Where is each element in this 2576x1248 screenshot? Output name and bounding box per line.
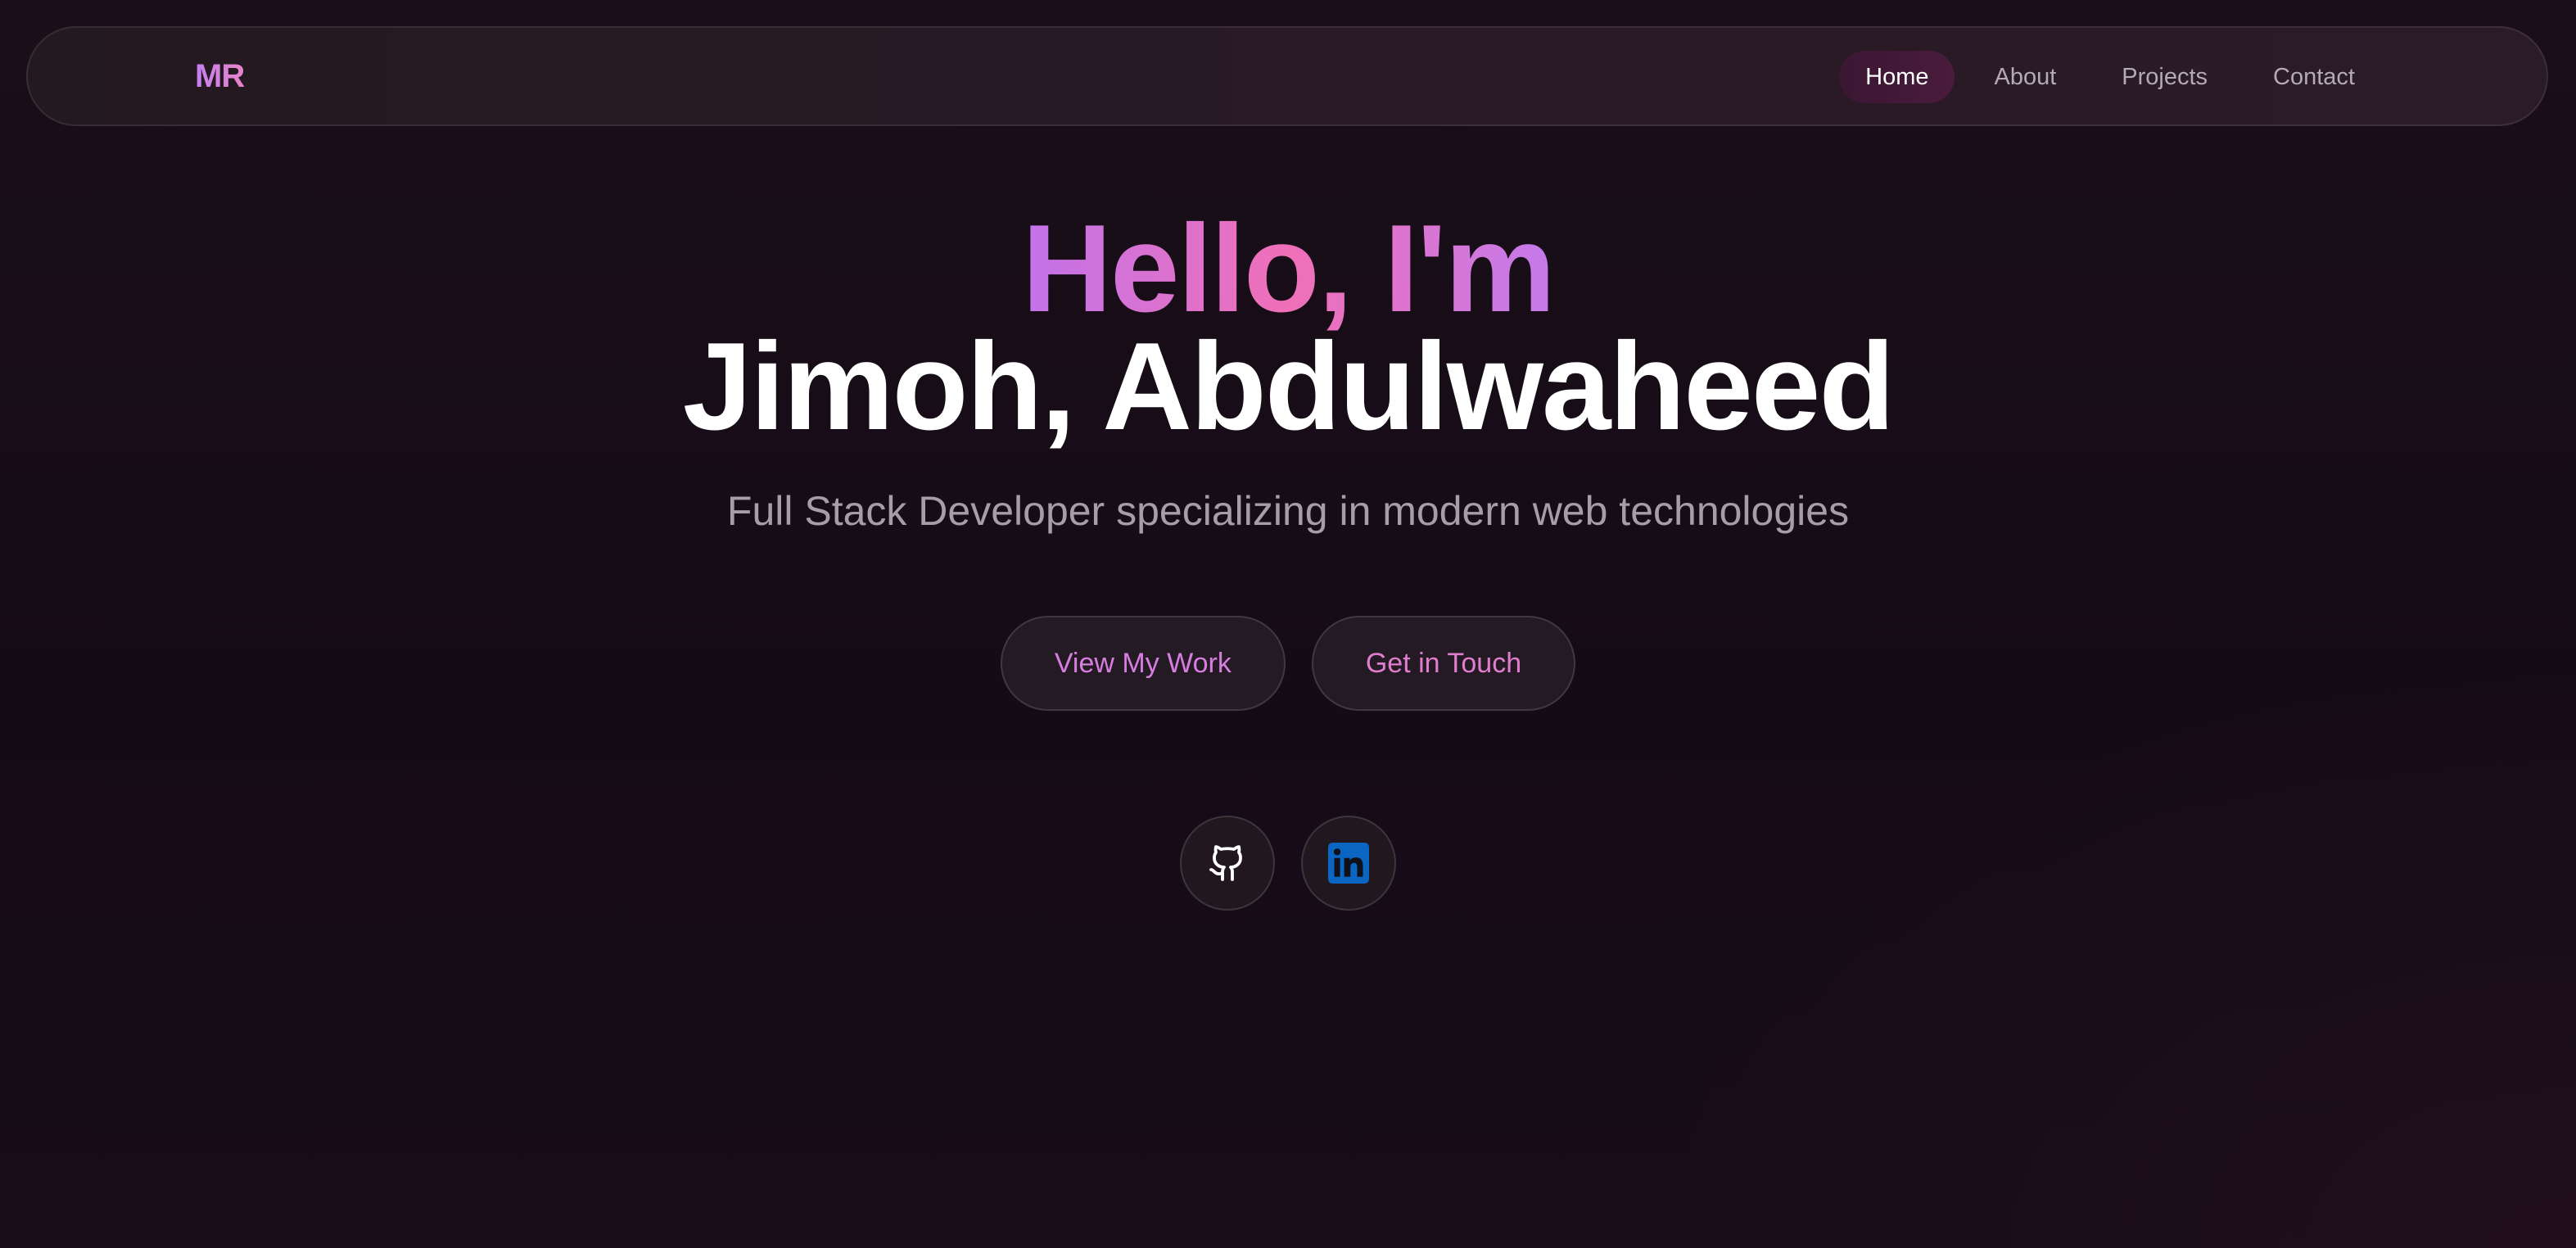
nav-item-home[interactable]: Home — [1839, 51, 1955, 103]
logo[interactable]: MR — [195, 28, 245, 124]
hero-name: Jimoh, Abdulwaheed — [682, 317, 1896, 456]
nav-item-contact[interactable]: Contact — [2247, 51, 2381, 103]
nav-item-projects[interactable]: Projects — [2095, 51, 2234, 103]
social-links — [0, 816, 2576, 911]
github-icon — [1209, 845, 1242, 881]
nav-item-about[interactable]: About — [1968, 51, 2082, 103]
get-in-touch-button[interactable]: Get in Touch — [1311, 616, 1576, 711]
linkedin-icon — [1328, 843, 1369, 884]
linkedin-link[interactable] — [1301, 816, 1396, 911]
nav-links: Home About Projects Contact — [1839, 51, 2381, 103]
cta-row: View My Work Get in Touch — [0, 616, 2576, 711]
hero-greeting: Hello, I'm — [0, 203, 2576, 334]
view-my-work-button[interactable]: View My Work — [1000, 616, 1286, 711]
navbar: MR Home About Projects Contact — [26, 26, 2548, 126]
github-link[interactable] — [1180, 816, 1275, 911]
hero-tagline: Full Stack Developer specializing in mod… — [726, 488, 1850, 534]
